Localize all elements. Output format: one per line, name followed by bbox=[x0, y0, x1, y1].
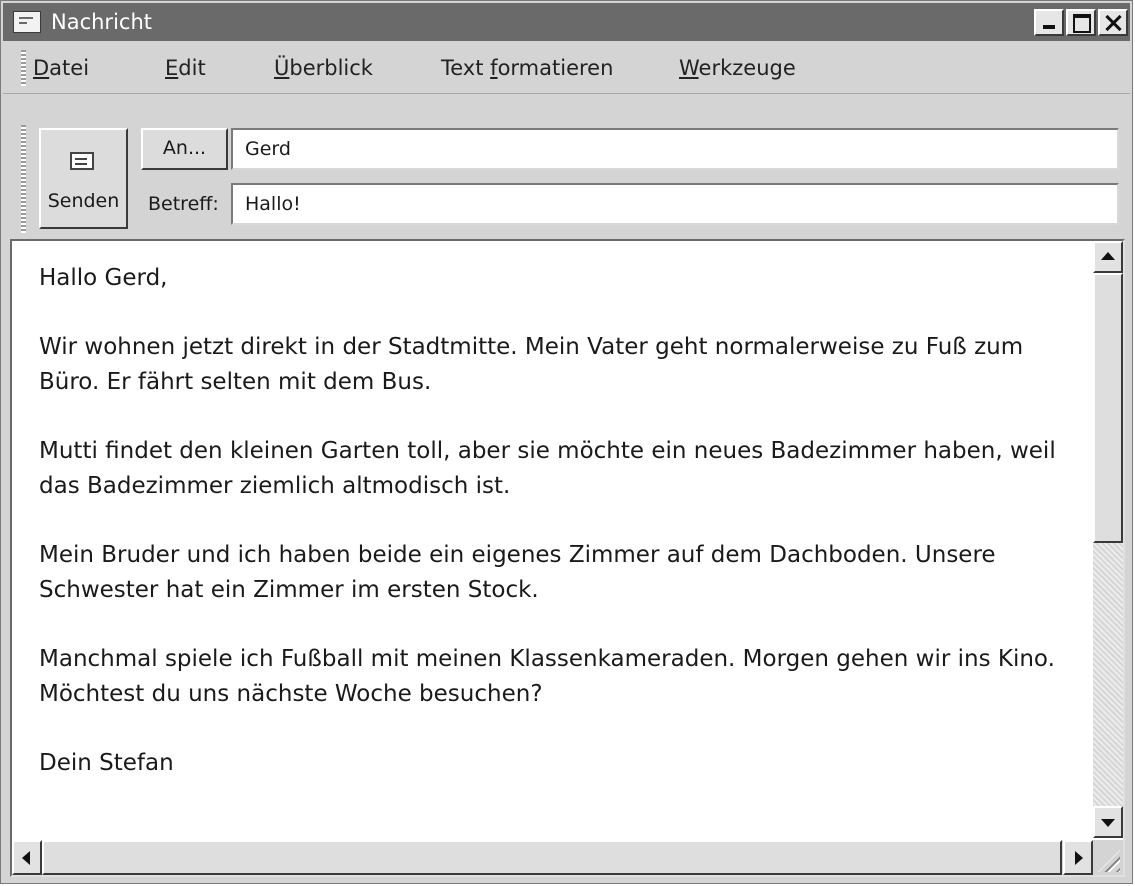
menu-werkzeuge-label: erkzeuge bbox=[698, 56, 796, 80]
to-button[interactable]: An... bbox=[141, 128, 228, 170]
menu-werkzeuge[interactable]: Werkzeuge bbox=[679, 56, 796, 80]
horizontal-scrollbar[interactable] bbox=[12, 840, 1093, 875]
menu-text-formatieren-prefix: Text bbox=[441, 56, 491, 80]
vertical-scroll-thumb[interactable] bbox=[1093, 273, 1123, 543]
menu-edit-label: dit bbox=[178, 56, 206, 80]
menu-text-formatieren-accel: f bbox=[490, 56, 498, 80]
body-paragraph: Mein Bruder und ich haben beide ein eige… bbox=[39, 542, 996, 603]
maximize-button[interactable] bbox=[1066, 9, 1096, 36]
vertical-scrollbar[interactable] bbox=[1093, 241, 1123, 838]
scroll-left-button[interactable] bbox=[12, 840, 42, 875]
signature: Dein Stefan bbox=[39, 750, 174, 776]
menu-edit[interactable]: Edit bbox=[165, 56, 206, 80]
menu-text-formatieren[interactable]: Text formatieren bbox=[441, 56, 613, 80]
title-bar[interactable]: Nachricht bbox=[3, 3, 1130, 41]
scroll-down-button[interactable] bbox=[1093, 806, 1123, 838]
body-paragraph: Manchmal spiele ich Fußball mit meinen K… bbox=[39, 646, 1055, 707]
menu-edit-accel: E bbox=[165, 56, 179, 80]
menu-werkzeuge-accel: W bbox=[679, 56, 699, 80]
menu-grip[interactable] bbox=[21, 50, 26, 86]
menu-datei[interactable]: Datei bbox=[33, 56, 89, 80]
greeting: Hallo Gerd, bbox=[39, 265, 168, 291]
send-button[interactable]: Senden bbox=[39, 128, 128, 229]
horizontal-scroll-thumb[interactable] bbox=[42, 840, 1062, 875]
to-field[interactable]: Gerd bbox=[231, 128, 1119, 170]
menu-bar: Datei Edit Überblick Text formatieren We… bbox=[3, 43, 1130, 94]
minimize-button[interactable] bbox=[1034, 9, 1064, 36]
send-label: Senden bbox=[47, 190, 120, 212]
menu-ueberblick-accel: Ü bbox=[274, 56, 290, 80]
resize-grip[interactable] bbox=[1093, 840, 1123, 875]
menu-ueberblick-label: berblick bbox=[289, 56, 373, 80]
body-paragraph: Wir wohnen jetzt direkt in der Stadtmitt… bbox=[39, 334, 1024, 395]
menu-ueberblick[interactable]: Überblick bbox=[274, 56, 373, 80]
body-paragraph: Mutti findet den kleinen Garten toll, ab… bbox=[39, 438, 1056, 499]
subject-field[interactable]: Hallo! bbox=[231, 183, 1119, 225]
window-controls bbox=[1034, 9, 1128, 36]
message-header: Senden An... Gerd Betreff: Hallo! bbox=[3, 119, 1130, 237]
menu-datei-label: atei bbox=[49, 56, 90, 80]
menu-text-formatieren-label: ormatieren bbox=[497, 56, 614, 80]
message-body-editor[interactable]: Hallo Gerd, Wir wohnen jetzt direkt in d… bbox=[10, 239, 1125, 877]
message-body[interactable]: Hallo Gerd, Wir wohnen jetzt direkt in d… bbox=[39, 261, 1079, 815]
scroll-up-button[interactable] bbox=[1093, 241, 1123, 273]
message-icon bbox=[13, 11, 41, 33]
menu-datei-accel: D bbox=[33, 56, 50, 80]
send-icon bbox=[70, 152, 94, 170]
toolbar-grip[interactable] bbox=[21, 125, 26, 233]
scroll-right-button[interactable] bbox=[1063, 840, 1093, 875]
window-title: Nachricht bbox=[51, 10, 152, 34]
subject-label: Betreff: bbox=[148, 193, 219, 215]
close-button[interactable] bbox=[1098, 9, 1128, 36]
message-window: Nachricht Datei Edit Überblick Text form… bbox=[0, 0, 1133, 884]
